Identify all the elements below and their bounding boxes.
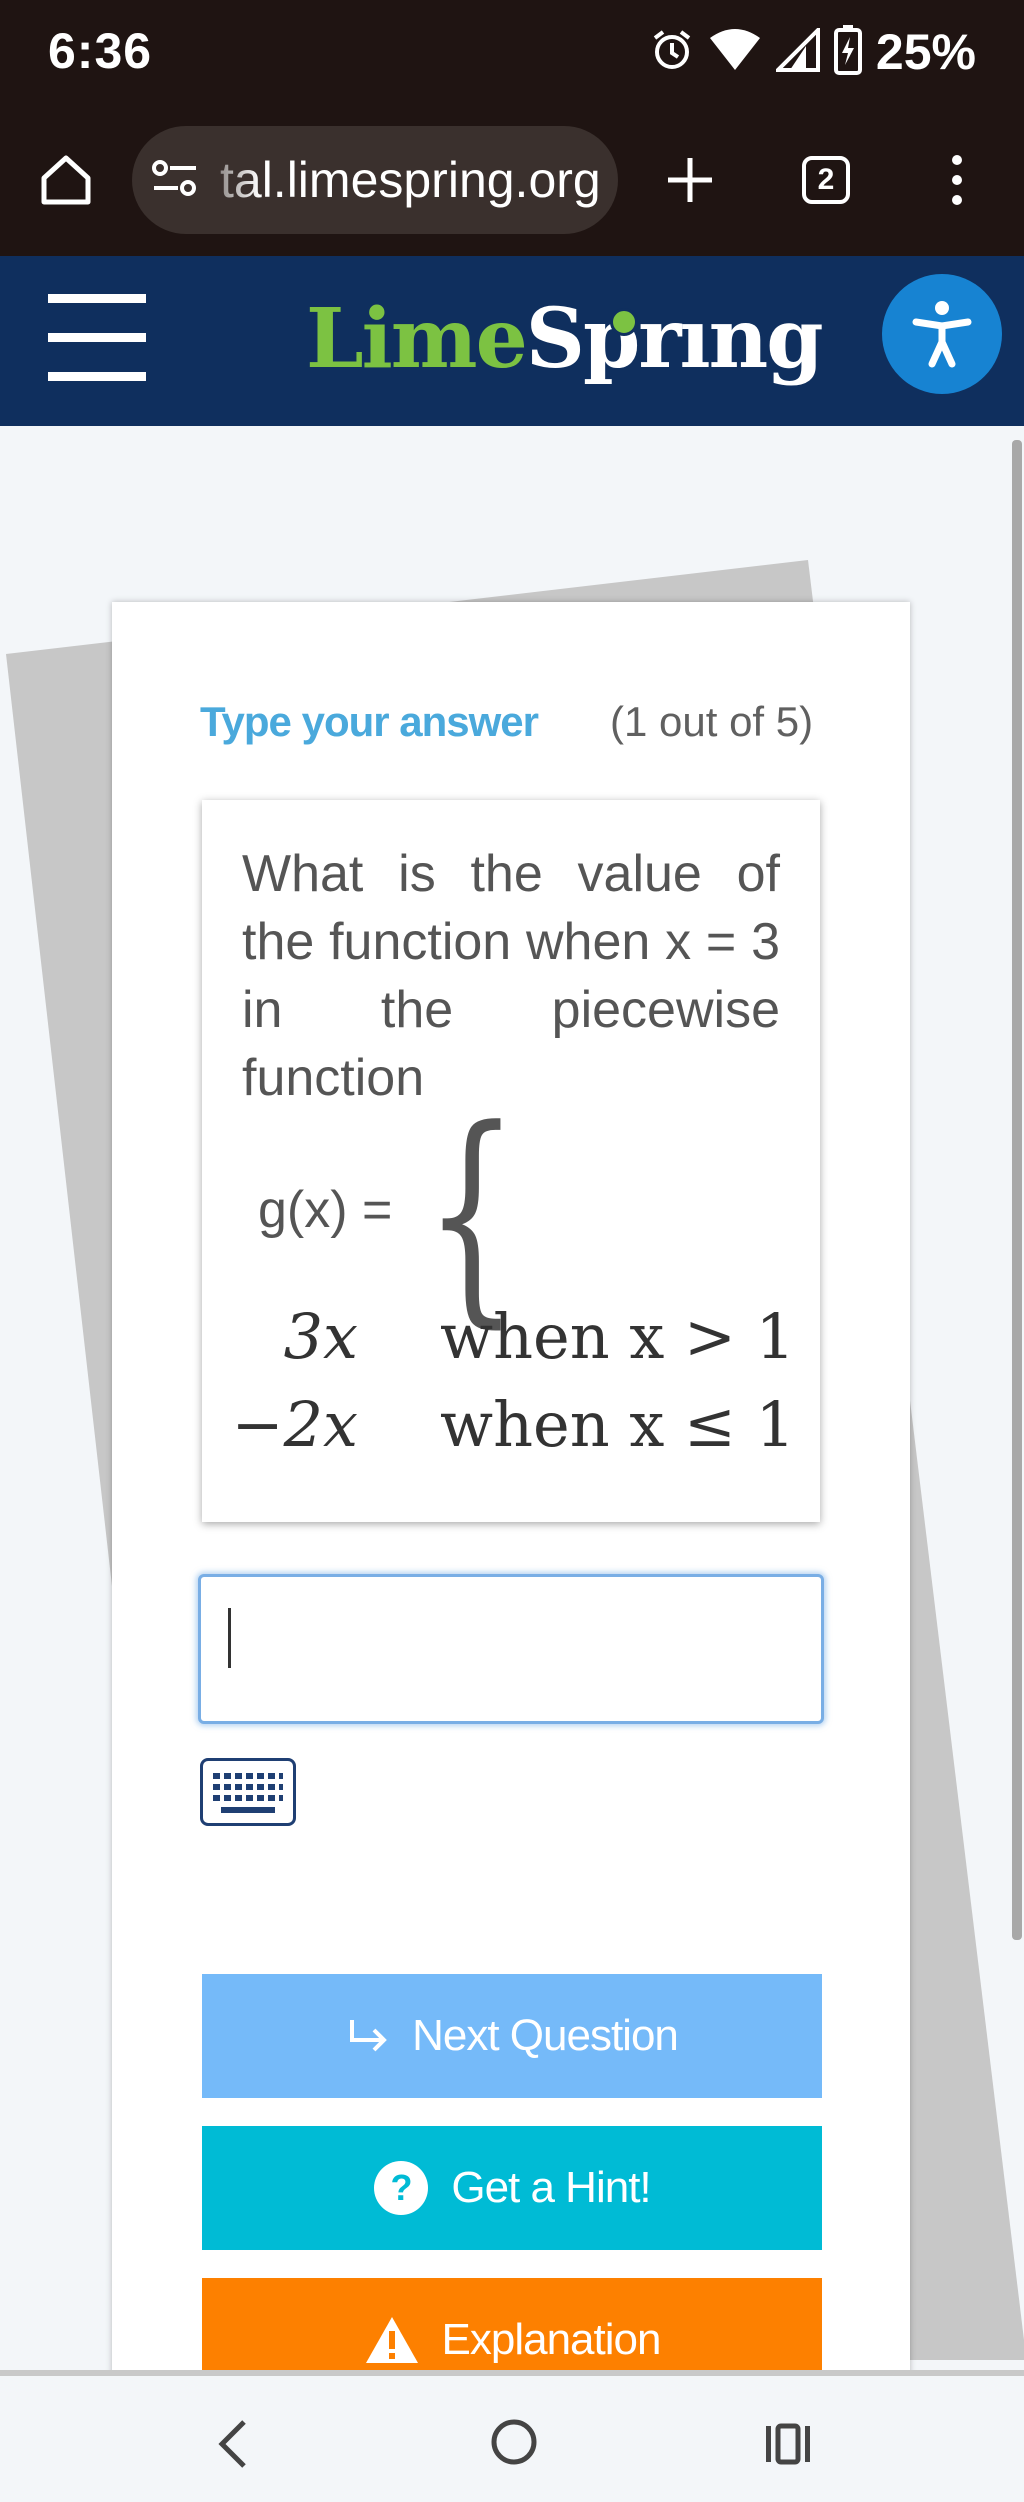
get-hint-label: Get a Hint! bbox=[451, 2163, 651, 2212]
case-row: −2x when x ≤ 1 bbox=[232, 1388, 795, 1468]
logo-dotless-i: ı bbox=[679, 291, 711, 387]
case-row: 3x when x > 1 bbox=[242, 1300, 796, 1380]
keyboard-icon bbox=[213, 1773, 283, 1813]
scrollbar[interactable] bbox=[1012, 440, 1022, 1940]
url-text: tal.limespring.org bbox=[220, 152, 601, 208]
recents-icon bbox=[766, 2423, 810, 2465]
system-nav-bar bbox=[0, 2370, 1024, 2502]
next-question-button[interactable]: Next Question bbox=[202, 1974, 822, 2098]
accessibility-icon bbox=[912, 301, 972, 368]
logo-lime: Lime bbox=[306, 291, 528, 387]
menu-line bbox=[48, 372, 146, 381]
case-expression: −2x bbox=[231, 1388, 358, 1461]
alarm-icon bbox=[650, 28, 694, 77]
home-nav-button[interactable] bbox=[486, 2414, 542, 2475]
answer-input[interactable] bbox=[198, 1574, 824, 1724]
return-arrow-icon bbox=[346, 2016, 390, 2056]
menu-line bbox=[48, 333, 146, 342]
logo-ng: ng bbox=[708, 291, 824, 387]
question-text: What is the value of the function when x… bbox=[242, 845, 780, 1107]
back-icon bbox=[218, 2420, 246, 2468]
battery-charging-icon bbox=[833, 24, 862, 80]
home-button[interactable] bbox=[36, 150, 96, 210]
case-condition: when x ≤ 1 bbox=[440, 1388, 796, 1461]
address-bar[interactable]: tal.limespring.org bbox=[132, 126, 618, 234]
warning-icon bbox=[364, 2315, 420, 2365]
status-icons: 25% bbox=[650, 22, 976, 82]
prompt-label: Type your answer bbox=[200, 698, 539, 745]
home-icon bbox=[41, 155, 91, 205]
more-vert-icon bbox=[952, 155, 962, 205]
hamburger-menu-button[interactable] bbox=[48, 294, 148, 384]
limespring-logo[interactable]: LimeSprıng bbox=[306, 284, 824, 394]
site-settings-icon[interactable] bbox=[152, 158, 198, 203]
site-header: LimeSprıng bbox=[0, 256, 1024, 426]
home-circle-icon bbox=[491, 2419, 537, 2465]
plus-icon bbox=[668, 158, 712, 202]
question-box: What is the value of the function when x… bbox=[202, 800, 820, 1522]
browser-menu-button[interactable] bbox=[942, 150, 972, 210]
explanation-label: Explanation bbox=[441, 2315, 662, 2364]
signal-icon bbox=[773, 24, 820, 77]
status-time: 6:36 bbox=[48, 23, 153, 79]
recents-nav-button[interactable] bbox=[760, 2416, 816, 2477]
question-card: Type your answer (1 out of 5) What is th… bbox=[112, 602, 910, 2402]
status-bar: 6:36 25% bbox=[0, 0, 1024, 110]
tab-switcher-button[interactable]: 2 bbox=[802, 156, 850, 204]
case-condition: when x > 1 bbox=[440, 1300, 796, 1373]
new-tab-button[interactable] bbox=[660, 150, 720, 210]
question-circle-icon: ? bbox=[373, 2160, 429, 2216]
get-hint-button[interactable]: ? Get a Hint! bbox=[202, 2126, 822, 2250]
accessibility-button[interactable] bbox=[882, 274, 1002, 394]
keyboard-toggle-button[interactable] bbox=[200, 1758, 296, 1826]
menu-line bbox=[48, 294, 146, 303]
left-brace: { bbox=[424, 1081, 520, 1348]
svg-text:?: ? bbox=[391, 2167, 412, 2208]
logo-spr: Spr bbox=[525, 291, 682, 387]
back-nav-button[interactable] bbox=[208, 2416, 258, 2477]
next-question-label: Next Question bbox=[412, 2011, 679, 2060]
browser-toolbar: tal.limespring.org 2 bbox=[0, 110, 1024, 256]
logo-dot-icon bbox=[610, 308, 638, 336]
text-caret bbox=[228, 1608, 231, 1668]
case-expression: 3x bbox=[283, 1300, 358, 1373]
equation-lhs: g(x) = bbox=[258, 1181, 393, 1239]
wifi-icon bbox=[708, 28, 762, 77]
battery-percent: 25% bbox=[875, 24, 976, 80]
question-progress: (1 out of 5) bbox=[610, 698, 814, 745]
